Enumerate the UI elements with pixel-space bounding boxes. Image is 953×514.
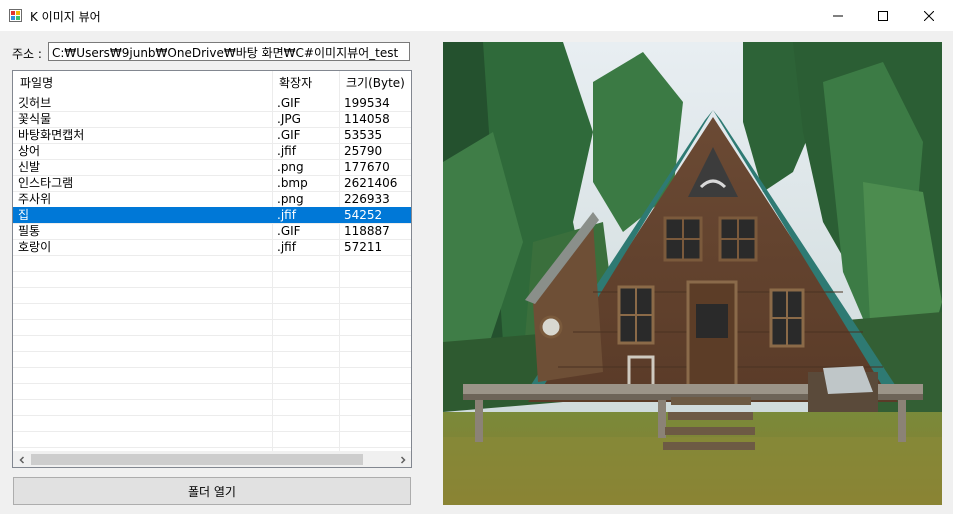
file-size-cell: 226933 <box>344 192 390 206</box>
minimize-icon <box>833 15 843 16</box>
row-divider <box>13 255 411 256</box>
file-size-cell: 199534 <box>344 96 390 110</box>
row-divider <box>13 287 411 288</box>
file-name-cell: 집 <box>18 208 30 222</box>
row-divider <box>13 335 411 336</box>
file-size-cell: 177670 <box>344 160 390 174</box>
column-header-size[interactable]: 크기(Byte) <box>339 71 411 95</box>
app-icon <box>9 9 22 22</box>
maximize-button[interactable] <box>860 0 906 31</box>
file-size-cell: 54252 <box>344 208 383 222</box>
file-extension-cell: .png <box>277 160 304 174</box>
row-divider <box>13 271 411 272</box>
file-name-cell: 꽃식물 <box>18 112 52 126</box>
file-extension-cell: .GIF <box>277 128 301 142</box>
address-label: 주소 : <box>12 47 42 61</box>
file-list-header: 파일명 확장자 크기(Byte) <box>13 71 411 95</box>
open-folder-button[interactable]: 폴더 열기 <box>13 477 411 505</box>
table-row[interactable]: 신발 .png 177670 <box>13 159 411 175</box>
file-name-cell: 신발 <box>18 160 41 174</box>
minimize-button[interactable] <box>815 0 861 31</box>
table-row[interactable]: 인스타그램 .bmp 2621406 <box>13 175 411 191</box>
table-row[interactable]: 주사위 .png 226933 <box>13 191 411 207</box>
chevron-left-icon <box>18 455 24 464</box>
image-preview <box>443 42 942 505</box>
table-row[interactable]: 호랑이 .jfif 57211 <box>13 239 411 255</box>
file-extension-cell: .bmp <box>277 176 308 190</box>
column-header-extension[interactable]: 확장자 <box>272 71 339 95</box>
row-divider <box>13 351 411 352</box>
chevron-right-icon <box>400 455 406 464</box>
table-row[interactable]: 집 .jfif 54252 <box>13 207 411 223</box>
file-name-cell: 주사위 <box>18 192 52 206</box>
file-extension-cell: .JPG <box>277 112 301 126</box>
file-name-cell: 바탕화면캡처 <box>18 128 85 142</box>
table-row[interactable]: 깃허브 .GIF 199534 <box>13 95 411 111</box>
row-divider <box>13 447 411 448</box>
file-list[interactable]: 파일명 확장자 크기(Byte) 깃허브 .GIF 199534 꽃식물 .JPG 114… <box>12 70 412 468</box>
scroll-right-button[interactable] <box>394 451 411 467</box>
close-icon <box>924 10 934 21</box>
file-extension-cell: .jfif <box>277 208 296 222</box>
table-row[interactable]: 바탕화면캡처 .GIF 53535 <box>13 127 411 143</box>
title-bar: K 이미지 뷰어 <box>0 0 953 31</box>
column-header-name[interactable]: 파일명 <box>13 71 272 95</box>
scroll-thumb[interactable] <box>31 454 363 465</box>
horizontal-scrollbar[interactable] <box>13 451 411 467</box>
file-name-cell: 깃허브 <box>18 96 52 110</box>
scroll-left-button[interactable] <box>13 451 30 467</box>
close-button[interactable] <box>906 0 952 31</box>
table-row[interactable]: 상어 .jfif 25790 <box>13 143 411 159</box>
file-name-cell: 호랑이 <box>18 240 52 254</box>
file-list-rows: 깃허브 .GIF 199534 꽃식물 .JPG 114058 바탕화면캡처 .GIF 5353… <box>13 95 411 255</box>
row-divider <box>13 319 411 320</box>
window-title: K 이미지 뷰어 <box>30 10 101 24</box>
address-field[interactable]: C:₩Users₩9junb₩OneDrive₩바탕 화면₩C#이미지뷰어_te… <box>48 42 410 61</box>
file-size-cell: 25790 <box>344 144 383 158</box>
row-divider <box>13 431 411 432</box>
file-extension-cell: .GIF <box>277 96 301 110</box>
row-divider <box>13 415 411 416</box>
row-divider <box>13 383 411 384</box>
file-extension-cell: .GIF <box>277 224 301 238</box>
file-size-cell: 118887 <box>344 224 390 238</box>
file-extension-cell: .jfif <box>277 144 296 158</box>
file-size-cell: 2621406 <box>344 176 398 190</box>
file-size-cell: 57211 <box>344 240 383 254</box>
file-extension-cell: .png <box>277 192 304 206</box>
file-extension-cell: .jfif <box>277 240 296 254</box>
file-size-cell: 114058 <box>344 112 390 126</box>
table-row[interactable]: 꽃식물 .JPG 114058 <box>13 111 411 127</box>
file-name-cell: 상어 <box>18 144 41 158</box>
row-divider <box>13 303 411 304</box>
row-divider <box>13 367 411 368</box>
row-divider <box>13 399 411 400</box>
table-row[interactable]: 필통 .GIF 118887 <box>13 223 411 239</box>
maximize-icon <box>878 10 888 21</box>
file-size-cell: 53535 <box>344 128 383 142</box>
file-name-cell: 인스타그램 <box>18 176 74 190</box>
file-name-cell: 필통 <box>18 224 41 238</box>
